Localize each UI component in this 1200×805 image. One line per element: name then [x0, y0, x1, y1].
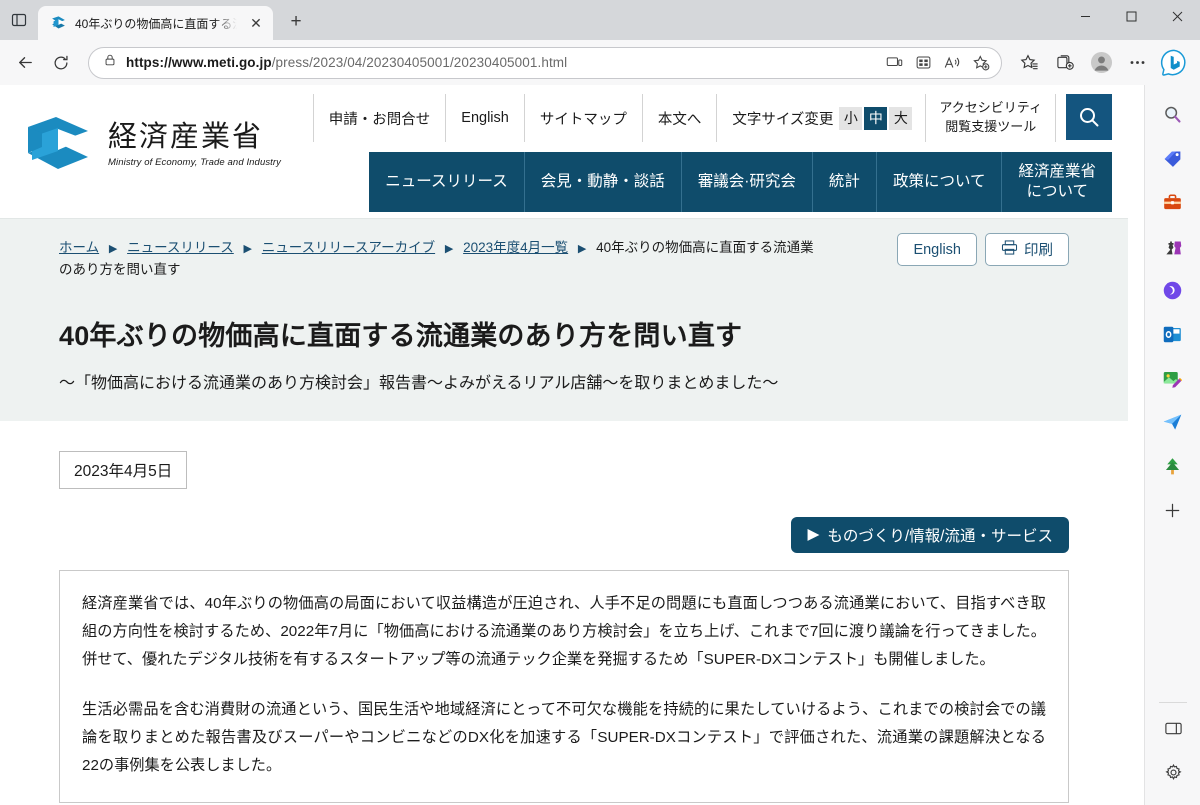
tab-search-button[interactable]: [0, 0, 38, 40]
tab-title: 40年ぶりの物価高に直面する流通業: [75, 16, 237, 31]
breadcrumb-april-list[interactable]: 2023年度4月一覧: [463, 240, 568, 255]
tree-icon[interactable]: [1154, 447, 1192, 485]
utility-item-sitemap[interactable]: サイトマップ: [525, 94, 643, 142]
english-version-button[interactable]: English: [897, 233, 977, 266]
accessibility-tool-link[interactable]: アクセシビリティ 閲覧支援ツール: [926, 94, 1056, 142]
category-tag-label: ものづくり/情報/流通・サービス: [827, 527, 1053, 545]
minimize-button[interactable]: [1062, 0, 1108, 33]
lead-paragraph-2: 生活必需品を含む消費財の流通という、国民生活や地域経済にとって不可欠な機能を持続…: [82, 700, 1046, 775]
category-row: ▶ ものづくり/情報/流通・サービス: [59, 516, 1069, 553]
add-favorite-icon[interactable]: [967, 50, 995, 76]
print-button[interactable]: 印刷: [985, 233, 1069, 266]
copilot-bing-icon[interactable]: [1156, 45, 1192, 81]
back-icon[interactable]: [8, 46, 42, 80]
lead-summary-box: 経済産業省では、40年ぶりの物価高の局面において収益構造が圧迫され、人手不足の問…: [59, 569, 1069, 804]
favorites-icon[interactable]: [1012, 46, 1046, 80]
tools-briefcase-icon[interactable]: [1154, 183, 1192, 221]
breadcrumb-separator: ▶: [444, 243, 454, 255]
font-size-small[interactable]: 小: [839, 106, 863, 130]
utility-nav: 申請・お問合せ English サイトマップ 本文へ 文字サイズ変更 小 中 大…: [312, 94, 1112, 142]
breadcrumb-separator: ▶: [577, 243, 587, 255]
url-text: https://www.meti.go.jp/press/2023/04/202…: [126, 55, 568, 70]
split-screen-icon[interactable]: [909, 50, 937, 76]
window-controls: [1062, 0, 1200, 40]
sidebar-bottom-group: [1145, 696, 1200, 797]
meti-favicon: [50, 15, 67, 32]
nav-news-release[interactable]: ニュースリリース: [369, 152, 525, 212]
font-size-label: 文字サイズ変更: [732, 111, 834, 128]
publish-date: 2023年4月5日: [59, 450, 188, 489]
global-nav: ニュースリリース 会見・動静・談話 審議会·研究会 統計 政策について 経済産業…: [369, 152, 1112, 212]
nav-press-conference[interactable]: 会見・動静・談話: [525, 152, 682, 212]
page-body: 2023年4月5日 ▶ ものづくり/情報/流通・サービス 経済産業省では、40年…: [59, 421, 1069, 805]
site-header: 経済産業省 Ministry of Economy, Trade and Ind…: [0, 85, 1128, 218]
category-tag[interactable]: ▶ ものづくり/情報/流通・サービス: [791, 516, 1069, 553]
meti-logo-icon: [22, 109, 94, 181]
page-title: 40年ぶりの物価高に直面する流通業のあり方を問い直す: [59, 320, 743, 351]
utility-item-skip-to-content[interactable]: 本文へ: [643, 94, 718, 142]
sidebar-divider: [1159, 702, 1187, 703]
breadcrumb-news-release[interactable]: ニュースリリース: [127, 240, 234, 255]
image-creator-icon[interactable]: [1154, 359, 1192, 397]
page-subtitle: 〜「物価高における流通業のあり方検討会」報告書〜よみがえるリアル店舗〜を取りまと…: [59, 374, 779, 392]
add-sidebar-app-icon[interactable]: [1154, 491, 1192, 529]
shopping-tag-icon[interactable]: [1154, 139, 1192, 177]
maximize-button[interactable]: [1108, 0, 1154, 33]
band-buttons: English 印刷: [897, 233, 1069, 266]
utility-item-english[interactable]: English: [446, 94, 525, 142]
page-viewport: 経済産業省 Ministry of Economy, Trade and Ind…: [0, 85, 1144, 805]
cast-to-device-icon[interactable]: [880, 50, 908, 76]
nav-about-meti[interactable]: 経済産業省 について: [1002, 152, 1112, 212]
lead-paragraph-1: 経済産業省では、40年ぶりの物価高の局面において収益構造が圧迫され、人手不足の問…: [82, 594, 1046, 668]
title-band: ホーム ▶ ニュースリリース ▶ ニュースリリースアーカイブ ▶ 2023年度4…: [0, 218, 1128, 421]
breadcrumb-separator: ▶: [108, 243, 118, 255]
utility-item-inquiry[interactable]: 申請・お問合せ: [312, 94, 447, 142]
search-icon[interactable]: [1154, 95, 1192, 133]
sidebar-settings-icon[interactable]: [1154, 753, 1192, 791]
font-size-switcher: 文字サイズ変更 小 中 大: [717, 94, 927, 142]
logo-text-en: Ministry of Economy, Trade and Industry: [108, 157, 282, 169]
print-label: 印刷: [1024, 243, 1053, 259]
close-tab-icon[interactable]: ✕: [245, 12, 267, 34]
accessibility-line1: アクセシビリティ: [939, 100, 1042, 116]
outlook-icon[interactable]: [1154, 315, 1192, 353]
breadcrumb: ホーム ▶ ニュースリリース ▶ ニュースリリースアーカイブ ▶ 2023年度4…: [59, 237, 819, 282]
browser-toolbar: https://www.meti.go.jp/press/2023/04/202…: [0, 40, 1200, 85]
read-aloud-icon[interactable]: [938, 50, 966, 76]
nav-statistics[interactable]: 統計: [813, 152, 877, 212]
drop-send-icon[interactable]: [1154, 403, 1192, 441]
browser-tab[interactable]: 40年ぶりの物価高に直面する流通業 ✕: [38, 6, 273, 40]
browser-window: 40年ぶりの物価高に直面する流通業 ✕ +: [0, 0, 1200, 805]
breadcrumb-separator: ▶: [243, 243, 252, 255]
site-search-button[interactable]: [1066, 94, 1112, 140]
address-bar[interactable]: https://www.meti.go.jp/press/2023/04/202…: [88, 46, 1002, 79]
breadcrumb-home[interactable]: ホーム: [59, 240, 99, 255]
games-icon[interactable]: [1154, 227, 1192, 265]
edge-sidebar: [1144, 85, 1200, 805]
nav-policy[interactable]: 政策について: [877, 152, 1003, 212]
microsoft365-icon[interactable]: [1154, 271, 1192, 309]
meti-page: 経済産業省 Ministry of Economy, Trade and Ind…: [0, 85, 1128, 805]
printer-icon: [1001, 240, 1018, 259]
toggle-sidebar-icon[interactable]: [1154, 709, 1192, 747]
accessibility-line2: 閲覧支援ツール: [945, 119, 1037, 134]
arrow-right-icon: ▶: [807, 526, 820, 544]
logo-text-ja: 経済産業省: [108, 120, 264, 153]
collections-icon[interactable]: [1048, 46, 1082, 80]
site-logo[interactable]: 経済産業省 Ministry of Economy, Trade and Ind…: [22, 109, 281, 181]
breadcrumb-archive[interactable]: ニュースリリースアーカイブ: [262, 240, 435, 255]
close-window-button[interactable]: [1154, 0, 1200, 33]
lock-icon: [103, 53, 117, 72]
new-tab-button[interactable]: +: [281, 7, 311, 37]
font-size-medium[interactable]: 中: [864, 106, 888, 130]
font-size-large[interactable]: 大: [889, 106, 913, 130]
refresh-icon[interactable]: [44, 46, 78, 80]
nav-councils[interactable]: 審議会·研究会: [682, 152, 813, 212]
settings-more-icon[interactable]: [1120, 46, 1154, 80]
tab-strip: 40年ぶりの物価高に直面する流通業 ✕ +: [0, 0, 1200, 40]
profile-icon[interactable]: [1084, 46, 1118, 80]
